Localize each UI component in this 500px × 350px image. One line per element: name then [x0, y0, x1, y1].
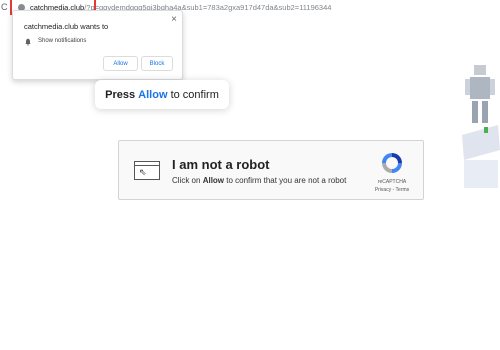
banner-allow: Allow — [138, 88, 168, 101]
captcha-title: I am not a robot — [172, 157, 270, 172]
bell-icon — [25, 38, 31, 46]
block-button[interactable]: Block — [141, 56, 173, 71]
notification-permission-popup: catchmedia.club wants to × Show notifica… — [12, 10, 183, 80]
banner-prefix: Press — [105, 88, 136, 101]
recaptcha-brand: reCAPTCHA — [377, 179, 407, 185]
window-cursor-icon: ⇖ — [134, 161, 160, 180]
close-icon[interactable]: × — [171, 15, 177, 25]
captcha-sub-suffix: to confirm that you are not a robot — [226, 176, 347, 185]
captcha-sub-bold: Allow — [202, 176, 225, 185]
fake-captcha-box: ⇖ I am not a robot Click on Allow to con… — [118, 140, 424, 200]
banner-suffix: to confirm — [170, 88, 219, 101]
popup-message: Show notifications — [38, 38, 87, 44]
recaptcha-logo-icon — [382, 153, 402, 173]
reload-icon[interactable]: C — [1, 1, 8, 13]
robot-illustration — [462, 65, 500, 188]
allow-button[interactable]: Allow — [103, 56, 138, 71]
popup-title: catchmedia.club wants to — [24, 22, 109, 31]
recaptcha-links[interactable]: Privacy - Terms — [369, 187, 415, 193]
press-allow-banner: Press Allow to confirm — [95, 80, 229, 109]
captcha-sub-prefix: Click on — [172, 176, 201, 185]
captcha-subtitle: Click on Allow to confirm that you are n… — [172, 176, 346, 185]
